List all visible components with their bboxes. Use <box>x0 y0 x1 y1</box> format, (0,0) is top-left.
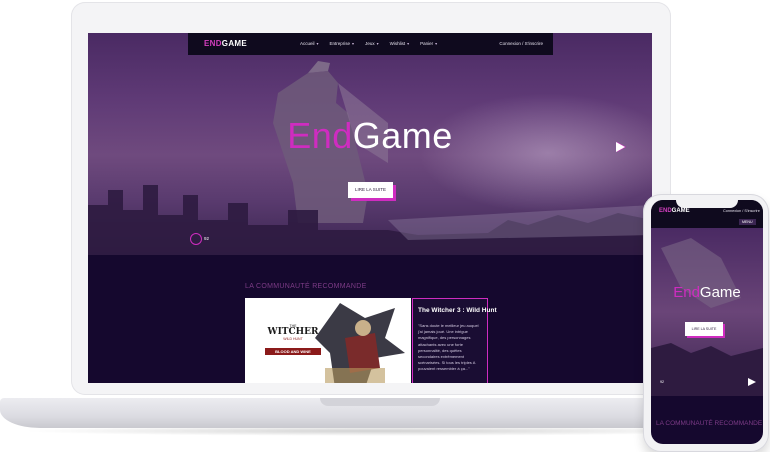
play-icon[interactable] <box>616 142 625 152</box>
read-more-button[interactable]: LIRE LA SUITE <box>348 182 393 198</box>
logo-accent: END <box>204 39 222 48</box>
section-heading: LA COMMUNAUTÉ RECOMMANDE <box>245 283 367 290</box>
mobile-login-link[interactable]: Connexion / S'inscrire <box>723 209 760 213</box>
nav-item-panier[interactable]: Panier ▾ <box>420 41 437 46</box>
title-accent: End <box>673 284 700 301</box>
nav-label: Jeux <box>365 41 375 46</box>
nav-label: Panier <box>420 41 434 46</box>
mobile-logo[interactable]: ENDGAME <box>659 208 690 214</box>
nav-item-jeux[interactable]: Jeux ▾ <box>365 41 379 46</box>
hero-title-rest: Game <box>352 115 453 156</box>
mobile-section-heading: LA COMMUNAUTÉ RECOMMANDE <box>656 420 763 427</box>
nav-label: Wishlist <box>389 41 406 46</box>
chevron-down-icon: ▾ <box>435 41 438 46</box>
mobile-hero-title: EndGame <box>651 284 763 301</box>
site-logo[interactable]: ENDGAME <box>204 39 247 48</box>
nav-item-entreprise[interactable]: Entreprise ▾ <box>330 41 355 46</box>
top-navbar: ENDGAME Accueil ▾ Entreprise ▾ Jeux ▾ Wishl… <box>188 33 553 55</box>
phone-notch <box>676 200 738 208</box>
laptop-notch <box>320 398 440 406</box>
nav-label: Accueil <box>300 41 315 46</box>
rating-gauge-label: 92 <box>204 236 210 241</box>
play-icon[interactable] <box>748 378 756 386</box>
chevron-down-icon: ▾ <box>376 41 379 46</box>
rating-gauge-icon <box>190 233 202 245</box>
logo-rest: GAME <box>221 39 247 48</box>
witcher-logo: THE WITCHER WILD HUNT <box>263 324 323 341</box>
logo-rest: GAME <box>671 208 690 214</box>
logo-line2: WITCHER <box>267 327 319 337</box>
mobile-menu-button[interactable]: MENU <box>739 219 756 225</box>
card-title: The Witcher 3 : Wild Hunt <box>418 307 497 314</box>
chevron-down-icon: ▾ <box>316 41 319 46</box>
title-rest: Game <box>699 284 741 301</box>
mobile-hero: EndGame LIRE LA SUITE 92 <box>651 228 763 396</box>
hero-banner: ENDGAME Accueil ▾ Entreprise ▾ Jeux ▾ Wishl… <box>88 33 652 255</box>
hero-title-accent: End <box>287 115 353 156</box>
game-cover-image: THE WITCHER WILD HUNT BLOOD AND WINE <box>245 298 411 383</box>
chevron-down-icon: ▾ <box>352 41 355 46</box>
nav-item-wishlist[interactable]: Wishlist ▾ <box>390 41 410 46</box>
mobile-hero-art <box>651 238 763 396</box>
nav-menu: Accueil ▾ Entreprise ▾ Jeux ▾ Wishlist ▾ Pan… <box>300 41 437 46</box>
logo-line3: WILD HUNT <box>283 337 303 341</box>
laptop-screen: ENDGAME Accueil ▾ Entreprise ▾ Jeux ▾ Wishl… <box>88 33 652 383</box>
city-skyline <box>88 185 652 255</box>
dlc-banner: BLOOD AND WINE <box>265 348 321 355</box>
nav-label: Entreprise <box>329 41 351 46</box>
recommendation-card[interactable]: THE WITCHER WILD HUNT BLOOD AND WINE The… <box>245 298 497 383</box>
phone-screen: ENDGAME Connexion / S'inscrire MENU EndG… <box>651 200 763 444</box>
logo-accent: END <box>659 208 672 214</box>
chevron-down-icon: ▾ <box>407 41 410 46</box>
hero-title: EndGame <box>88 115 652 157</box>
mobile-gauge-label: 92 <box>660 380 664 384</box>
card-text-panel: The Witcher 3 : Wild Hunt "Sans doute le… <box>412 298 497 383</box>
card-description: "Sans doute le meilleur jeu auquel j'ai … <box>418 323 479 372</box>
nav-item-accueil[interactable]: Accueil ▾ <box>300 41 319 46</box>
mobile-read-more-button[interactable]: LIRE LA SUITE <box>685 322 723 336</box>
login-link[interactable]: Connexion / S'inscrire <box>499 41 543 46</box>
